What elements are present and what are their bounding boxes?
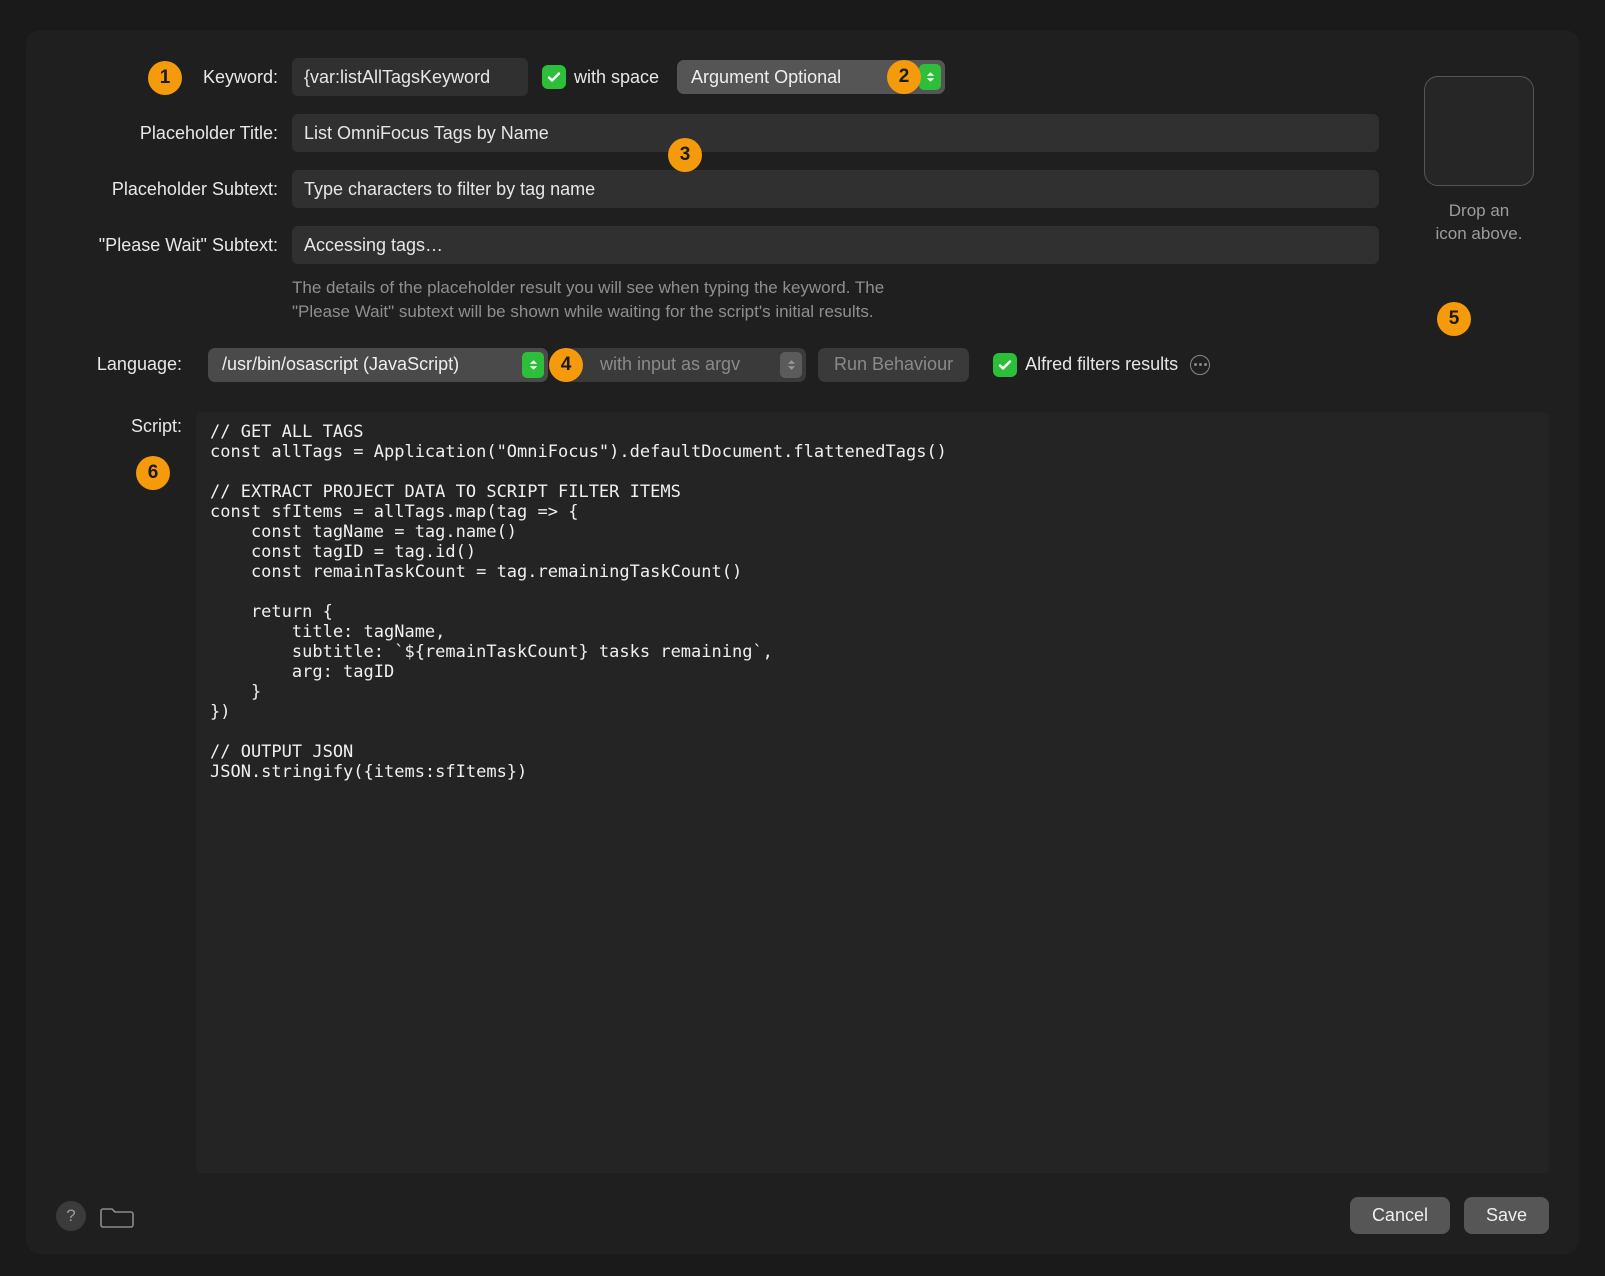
placeholder-subtext-label: Placeholder Subtext: — [56, 179, 292, 200]
language-popup[interactable]: /usr/bin/osascript (JavaScript) — [208, 348, 548, 382]
chevron-updown-icon — [919, 64, 941, 90]
save-button[interactable]: Save — [1464, 1197, 1549, 1234]
please-wait-input[interactable] — [292, 226, 1379, 264]
folder-icon — [100, 1203, 134, 1229]
language-label: Language: — [56, 354, 196, 375]
bottom-toolbar: ? Cancel Save — [56, 1197, 1549, 1234]
input-mode-popup[interactable]: with input as argv — [560, 348, 806, 382]
cancel-button[interactable]: Cancel — [1350, 1197, 1450, 1234]
alfred-filters-checkbox[interactable] — [993, 353, 1017, 377]
script-textarea[interactable]: // GET ALL TAGS const allTags = Applicat… — [196, 412, 1549, 1173]
placeholder-title-label: Placeholder Title: — [56, 123, 292, 144]
run-behaviour-button[interactable]: Run Behaviour — [818, 348, 969, 382]
placeholder-subtext-input[interactable] — [292, 170, 1379, 208]
script-row: Script: 6 // GET ALL TAGS const allTags … — [56, 412, 1549, 1173]
placeholder-title-row: Placeholder Title: — [56, 114, 1379, 152]
alfred-filters-label: Alfred filters results — [1025, 354, 1178, 375]
keyword-label: 1 Keyword: — [56, 67, 292, 88]
chevron-updown-icon — [522, 352, 544, 378]
annotation-badge-5: 5 — [1437, 302, 1471, 336]
with-space-label: with space — [574, 67, 659, 88]
icon-drop-well[interactable] — [1424, 76, 1534, 186]
placeholder-title-input[interactable] — [292, 114, 1379, 152]
more-options-icon[interactable] — [1190, 355, 1210, 375]
reveal-folder-button[interactable] — [100, 1203, 134, 1229]
language-row: Language: /usr/bin/osascript (JavaScript… — [56, 348, 1549, 382]
annotation-badge-4: 4 — [549, 348, 583, 382]
script-label: Script: 6 — [56, 412, 196, 1173]
script-filter-config-window: 1 Keyword: with space Argument Optional … — [26, 30, 1579, 1254]
annotation-badge-1: 1 — [148, 61, 182, 95]
chevron-updown-icon — [780, 352, 802, 378]
annotation-badge-3: 3 — [668, 138, 702, 172]
placeholder-subtext-row: 3 Placeholder Subtext: — [56, 170, 1379, 208]
icon-drop-caption: Drop an icon above. — [1436, 200, 1523, 246]
keyword-row: 1 Keyword: with space Argument Optional … — [56, 58, 1379, 96]
please-wait-row: "Please Wait" Subtext: — [56, 226, 1379, 264]
help-button[interactable]: ? — [56, 1201, 86, 1231]
placeholder-help-text: The details of the placeholder result yo… — [292, 276, 932, 324]
annotation-badge-2: 2 — [887, 60, 921, 94]
annotation-badge-6: 6 — [136, 456, 170, 490]
keyword-input[interactable] — [292, 58, 528, 96]
with-space-checkbox[interactable] — [542, 65, 566, 89]
please-wait-label: "Please Wait" Subtext: — [56, 235, 292, 256]
argument-mode-popup[interactable]: Argument Optional 2 — [677, 60, 945, 94]
